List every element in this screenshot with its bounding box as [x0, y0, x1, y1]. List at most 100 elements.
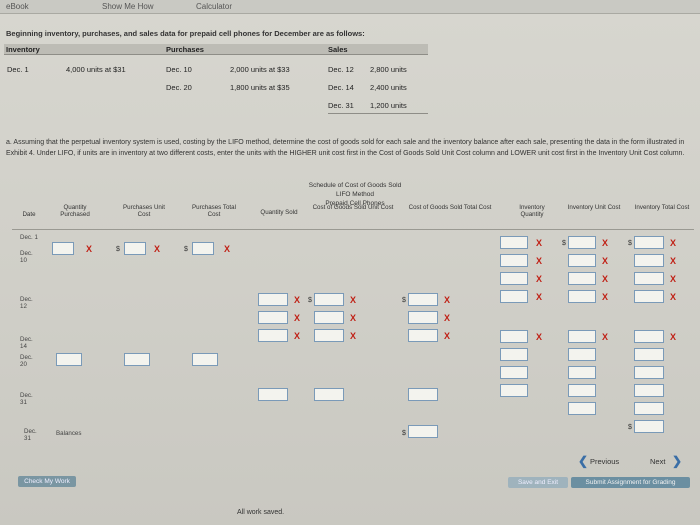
- purchase-date: Dec. 20: [166, 83, 192, 92]
- sale-date: Dec. 14: [328, 83, 354, 92]
- inventory-total-cost-input[interactable]: [634, 330, 664, 343]
- submit-assignment-button[interactable]: Submit Assignment for Grading: [571, 477, 690, 488]
- incorrect-mark: X: [154, 244, 161, 254]
- inventory-header: Inventory: [6, 45, 40, 54]
- incorrect-mark: X: [670, 332, 677, 342]
- cogs-unit-cost-input[interactable]: [314, 388, 344, 401]
- inventory-unit-cost-input[interactable]: [568, 348, 596, 361]
- inventory-quantity-input[interactable]: [500, 254, 528, 267]
- dollar-sign: $: [628, 240, 632, 247]
- inventory-balance-input[interactable]: [634, 420, 664, 433]
- chevron-left-icon[interactable]: ❮: [578, 455, 588, 467]
- col-date: Date: [22, 211, 36, 218]
- cogs-total-cost-input[interactable]: [408, 311, 438, 324]
- cogs-unit-cost-input[interactable]: [314, 329, 344, 342]
- purchase-total-cost-input[interactable]: [192, 353, 218, 366]
- calculator-link[interactable]: Calculator: [196, 2, 232, 11]
- incorrect-mark: X: [670, 256, 677, 266]
- incorrect-mark: X: [350, 313, 357, 323]
- sale-date: Dec. 12: [328, 65, 354, 74]
- incorrect-mark: X: [670, 292, 677, 302]
- col-purchases-unit-cost: Purchases Unit Cost: [123, 204, 165, 218]
- incorrect-mark: X: [602, 238, 609, 248]
- inventory-total-cost-input[interactable]: [634, 402, 664, 415]
- row-date: Dec. 20: [20, 354, 33, 368]
- table-rule: [328, 113, 428, 114]
- purchase-qty: 1,800 units at $35: [230, 83, 290, 92]
- quantity-sold-input[interactable]: [258, 329, 288, 342]
- inventory-quantity-input[interactable]: [500, 236, 528, 249]
- inventory-quantity-input[interactable]: [500, 290, 528, 303]
- schedule-title: Schedule of Cost of Goods Sold: [308, 182, 402, 189]
- cogs-unit-cost-input[interactable]: [314, 293, 344, 306]
- inventory-unit-cost-input[interactable]: [568, 366, 596, 379]
- inventory-unit-cost-input[interactable]: [568, 402, 596, 415]
- quantity-purchased-input[interactable]: [56, 353, 82, 366]
- col-inventory-total-cost: Inventory Total Cost: [634, 204, 690, 211]
- next-button[interactable]: Next: [650, 457, 665, 466]
- dollar-sign: $: [402, 430, 406, 437]
- quantity-sold-input[interactable]: [258, 311, 288, 324]
- inventory-unit-cost-input[interactable]: [568, 272, 596, 285]
- top-toolbar: eBook Show Me How Calculator: [0, 0, 700, 14]
- inventory-date: Dec. 1: [7, 65, 29, 74]
- incorrect-mark: X: [602, 292, 609, 302]
- incorrect-mark: X: [350, 331, 357, 341]
- purchases-header: Purchases: [166, 45, 204, 54]
- inventory-unit-cost-input[interactable]: [568, 290, 596, 303]
- incorrect-mark: X: [602, 274, 609, 284]
- sale-date: Dec. 31: [328, 101, 354, 110]
- purchase-total-cost-input[interactable]: [192, 242, 214, 255]
- inventory-quantity-input[interactable]: [500, 348, 528, 361]
- inventory-unit-cost-input[interactable]: [568, 384, 596, 397]
- schedule-method: LIFO Method: [336, 191, 374, 198]
- cogs-total-cost-input[interactable]: [408, 329, 438, 342]
- check-my-work-button[interactable]: Check My Work: [18, 476, 76, 487]
- inventory-quantity-input[interactable]: [500, 272, 528, 285]
- ebook-link[interactable]: eBook: [6, 2, 29, 11]
- incorrect-mark: X: [536, 274, 543, 284]
- cogs-total-cost-input[interactable]: [408, 388, 438, 401]
- dollar-sign: $: [116, 246, 120, 253]
- inventory-unit-cost-input[interactable]: [568, 254, 596, 267]
- row-date: Dec. 31: [24, 428, 37, 442]
- cogs-unit-cost-input[interactable]: [314, 311, 344, 324]
- inventory-total-cost-input[interactable]: [634, 236, 664, 249]
- inventory-unit-cost-input[interactable]: [568, 330, 596, 343]
- inventory-unit-cost-input[interactable]: [568, 236, 596, 249]
- col-inventory-quantity: Inventory Quantity: [519, 204, 545, 218]
- inventory-quantity-input[interactable]: [500, 330, 528, 343]
- incorrect-mark: X: [444, 295, 451, 305]
- inventory-qty: 4,000 units at $31: [66, 65, 126, 74]
- incorrect-mark: X: [444, 313, 451, 323]
- cogs-balance-input[interactable]: [408, 425, 438, 438]
- inventory-total-cost-input[interactable]: [634, 348, 664, 361]
- incorrect-mark: X: [350, 295, 357, 305]
- quantity-sold-input[interactable]: [258, 293, 288, 306]
- balances-label: Balances: [56, 430, 82, 437]
- incorrect-mark: X: [670, 274, 677, 284]
- inventory-total-cost-input[interactable]: [634, 384, 664, 397]
- table-rule: [4, 54, 428, 55]
- incorrect-mark: X: [602, 256, 609, 266]
- inventory-total-cost-input[interactable]: [634, 290, 664, 303]
- cogs-total-cost-input[interactable]: [408, 293, 438, 306]
- inventory-total-cost-input[interactable]: [634, 254, 664, 267]
- quantity-purchased-input[interactable]: [52, 242, 74, 255]
- inventory-total-cost-input[interactable]: [634, 272, 664, 285]
- purchase-unit-cost-input[interactable]: [124, 353, 150, 366]
- incorrect-mark: X: [86, 244, 93, 254]
- inventory-quantity-input[interactable]: [500, 384, 528, 397]
- show-me-how-link[interactable]: Show Me How: [102, 2, 154, 11]
- chevron-right-icon[interactable]: ❯: [672, 455, 682, 467]
- save-and-exit-button[interactable]: Save and Exit: [508, 477, 568, 488]
- incorrect-mark: X: [670, 238, 677, 248]
- inventory-total-cost-input[interactable]: [634, 366, 664, 379]
- sale-qty: 2,400 units: [370, 83, 407, 92]
- incorrect-mark: X: [536, 256, 543, 266]
- purchase-unit-cost-input[interactable]: [124, 242, 146, 255]
- instructions-text: a. Assuming that the perpetual inventory…: [6, 139, 685, 157]
- quantity-sold-input[interactable]: [258, 388, 288, 401]
- inventory-quantity-input[interactable]: [500, 366, 528, 379]
- previous-button[interactable]: Previous: [590, 457, 619, 466]
